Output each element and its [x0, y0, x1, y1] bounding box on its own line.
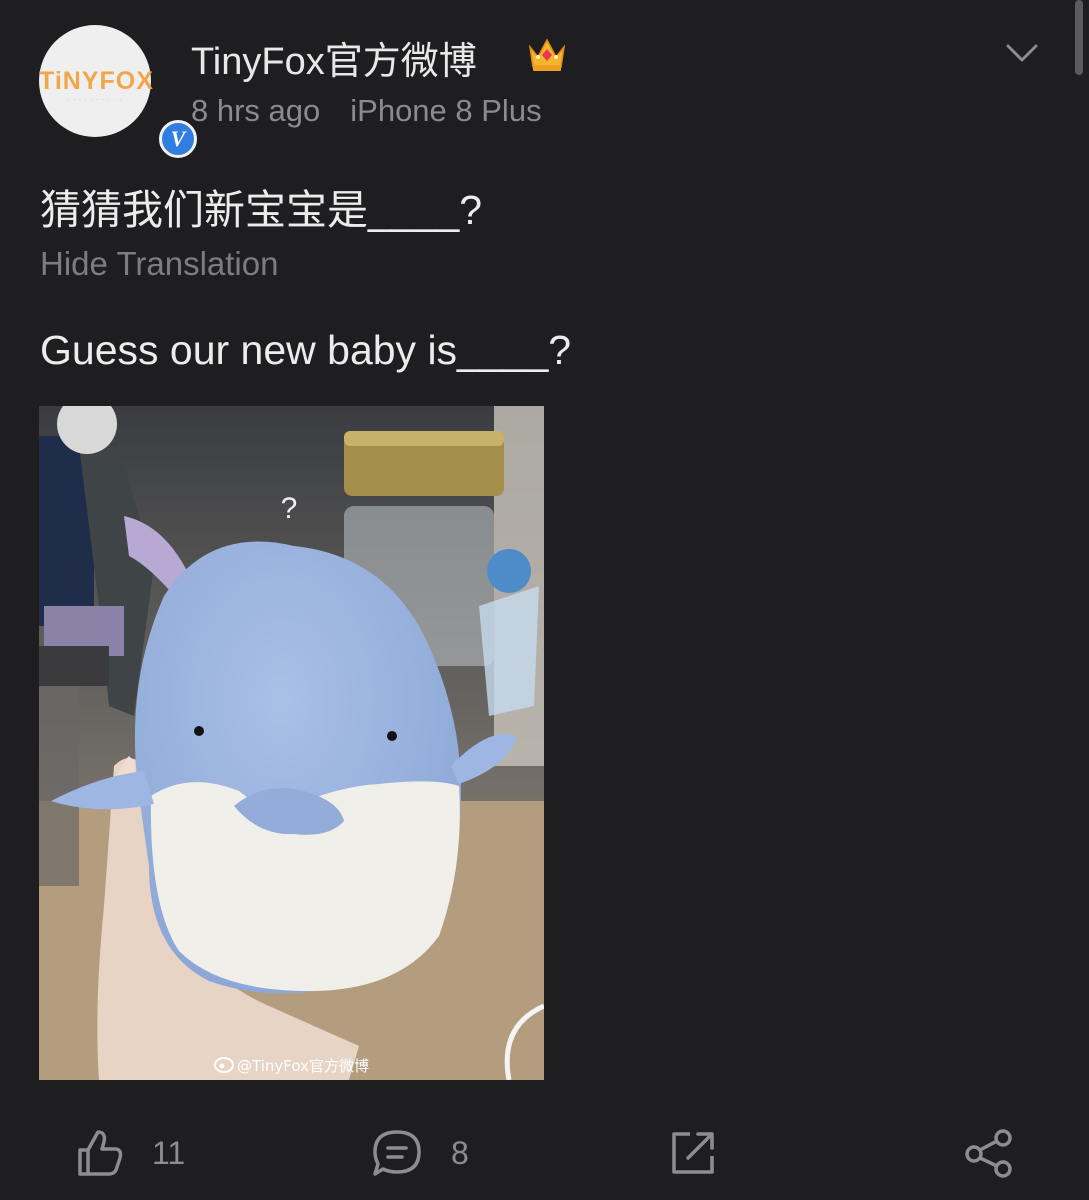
share-button[interactable]	[963, 1125, 1015, 1181]
crown-icon	[528, 38, 566, 71]
avatar[interactable]: TiNYFOX · · · · · · · · · · V	[39, 25, 197, 158]
share-icon	[965, 1129, 1012, 1178]
avatar-logo-sub: · · · · · · · · · ·	[67, 97, 123, 104]
repost-icon	[672, 1132, 714, 1174]
comment-count: 8	[451, 1134, 469, 1171]
chevron-down-icon[interactable]	[1005, 42, 1039, 64]
post-device: iPhone 8 Plus	[350, 93, 542, 128]
image-watermark: @TinyFox官方微博	[237, 1057, 369, 1075]
repost-button[interactable]	[668, 1125, 718, 1181]
scrollbar[interactable]	[1075, 0, 1083, 75]
post-image[interactable]: ? @TinyFox官方微博	[39, 406, 544, 1080]
post-meta: 8 hrs ago iPhone 8 Plus	[191, 93, 542, 129]
author-name[interactable]: TinyFox官方微博	[191, 30, 477, 85]
post-text-original: 猜猜我们新宝宝是____?	[40, 187, 483, 233]
like-icon	[78, 1130, 123, 1176]
comment-icon	[373, 1130, 421, 1176]
post-time: 8 hrs ago	[191, 93, 321, 128]
post-text-translated: Guess our new baby is____?	[40, 327, 572, 373]
like-button[interactable]: 11	[76, 1125, 185, 1181]
like-count: 11	[152, 1134, 186, 1171]
avatar-logo-text: TiNYFOX	[39, 67, 154, 95]
hide-translation-link[interactable]: Hide Translation	[40, 245, 278, 283]
comment-button[interactable]: 8	[371, 1125, 469, 1181]
image-question-mark: ?	[281, 492, 298, 525]
